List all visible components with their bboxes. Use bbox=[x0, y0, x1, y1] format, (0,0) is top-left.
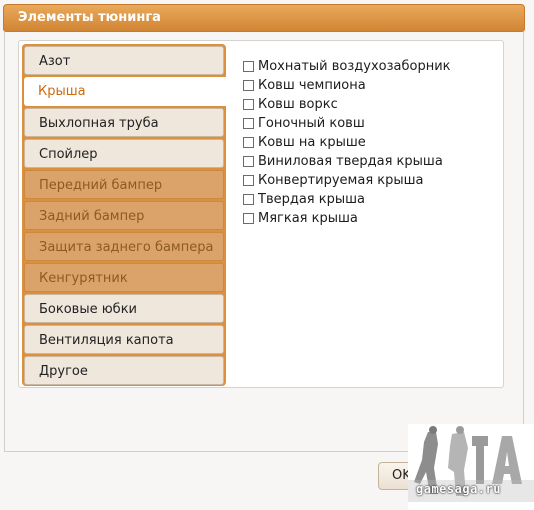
option-row[interactable]: Конвертируемая крыша bbox=[243, 171, 503, 190]
checkbox[interactable] bbox=[243, 137, 254, 148]
option-row[interactable]: Мягкая крыша bbox=[243, 209, 503, 228]
checkbox[interactable] bbox=[243, 194, 254, 205]
tuning-category-tabs: Азот Крыша Выхлопная труба Спойлер Перед… bbox=[22, 44, 228, 386]
tab-front-bumper: Передний бампер bbox=[24, 170, 224, 199]
title-bar[interactable]: Элементы тюнинга bbox=[3, 4, 525, 32]
tab-roof[interactable]: Крыша bbox=[24, 77, 228, 106]
option-label: Конвертируемая крыша bbox=[258, 173, 424, 188]
watermark-text: gamesaga.ru bbox=[416, 482, 501, 496]
tab-side-skirts[interactable]: Боковые юбки bbox=[24, 294, 224, 323]
option-row[interactable]: Твердая крыша bbox=[243, 190, 503, 209]
window-title: Элементы тюнинга bbox=[18, 10, 161, 25]
checkbox[interactable] bbox=[243, 99, 254, 110]
checkbox[interactable] bbox=[243, 175, 254, 186]
tab-bullbar: Кенгурятник bbox=[24, 263, 224, 292]
tab-rear-bumper: Задний бампер bbox=[24, 201, 224, 230]
option-row[interactable]: Ковш воркс bbox=[243, 95, 503, 114]
option-row[interactable]: Гоночный ковш bbox=[243, 114, 503, 133]
option-label: Ковш на крыше bbox=[258, 135, 366, 150]
option-label: Гоночный ковш bbox=[258, 116, 365, 131]
checkbox[interactable] bbox=[243, 213, 254, 224]
tab-spoiler[interactable]: Спойлер bbox=[24, 139, 224, 168]
option-row[interactable]: Мохнатый воздухозаборник bbox=[243, 57, 503, 76]
option-label: Виниловая твердая крыша bbox=[258, 154, 443, 169]
option-label: Мохнатый воздухозаборник bbox=[258, 59, 451, 74]
checkbox[interactable] bbox=[243, 156, 254, 167]
gta-logo-icon bbox=[408, 424, 534, 510]
checkbox[interactable] bbox=[243, 118, 254, 129]
tuning-dialog: Элементы тюнинга Азот Крыша Выхлопная тр… bbox=[0, 0, 534, 510]
tab-hood-vents[interactable]: Вентиляция капота bbox=[24, 325, 224, 354]
tab-other[interactable]: Другое bbox=[24, 356, 224, 385]
option-label: Ковш чемпиона bbox=[258, 78, 366, 93]
option-row[interactable]: Виниловая твердая крыша bbox=[243, 152, 503, 171]
option-label: Ковш воркс bbox=[258, 97, 338, 112]
checkbox[interactable] bbox=[243, 61, 254, 72]
tab-nitro[interactable]: Азот bbox=[24, 46, 224, 75]
checkbox[interactable] bbox=[243, 80, 254, 91]
option-label: Твердая крыша bbox=[258, 192, 365, 207]
option-row[interactable]: Ковш на крыше bbox=[243, 133, 503, 152]
tab-rear-bumper-guard: Защита заднего бампера bbox=[24, 232, 224, 261]
option-row[interactable]: Ковш чемпиона bbox=[243, 76, 503, 95]
site-watermark: gamesaga.ru bbox=[408, 424, 534, 510]
tab-exhaust[interactable]: Выхлопная труба bbox=[24, 108, 224, 137]
roof-options-list: Мохнатый воздухозаборник Ковш чемпиона К… bbox=[243, 57, 503, 228]
option-label: Мягкая крыша bbox=[258, 211, 358, 226]
